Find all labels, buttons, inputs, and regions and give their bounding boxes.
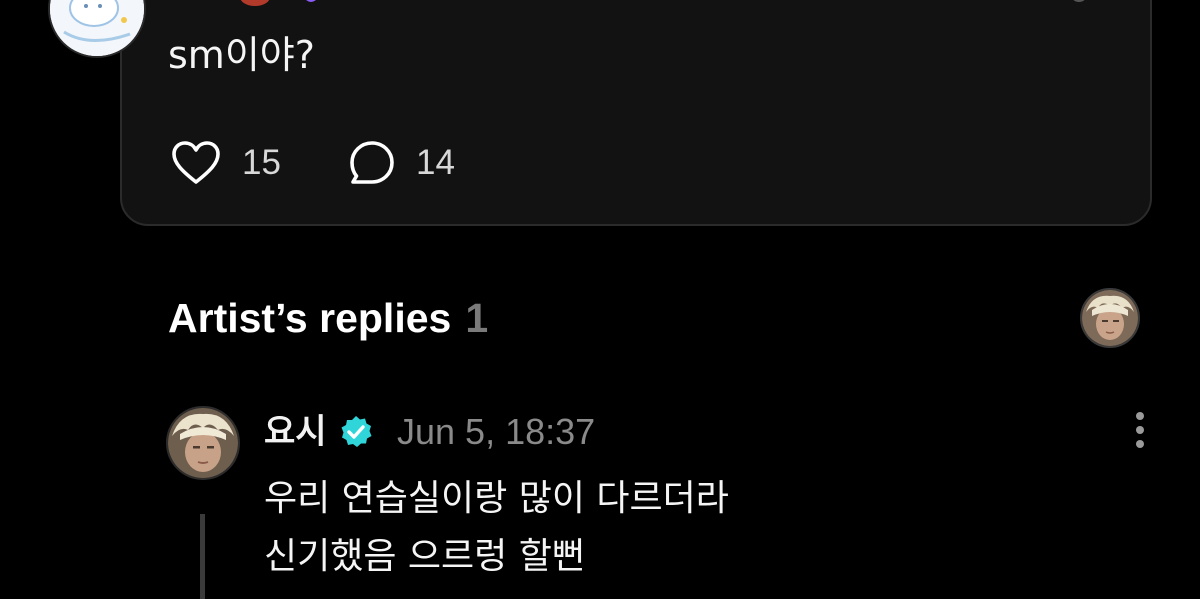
comment-button[interactable]: 14 (348, 138, 455, 188)
artist-replies-heading: Artist’s replies 1 (168, 290, 488, 346)
reply-author-name[interactable]: 요시 (264, 408, 327, 456)
post-text: sm이야? (168, 33, 315, 77)
heart-icon (172, 141, 220, 184)
like-button[interactable]: 15 (170, 138, 281, 188)
artist-replies-title: Artist’s replies (168, 295, 452, 341)
comment-bubble-icon (350, 141, 394, 184)
reply-text-line: 우리 연습실이랑 많이 다르더라 (264, 478, 729, 519)
reply-text-line: 신기했음 으르렁 할뻔 (264, 536, 585, 577)
reply-author-avatar[interactable] (166, 406, 240, 480)
more-vertical-icon[interactable] (1122, 408, 1158, 452)
screen: sm이야? 15 14 Artist’s replies 1 요시 Jun 5,… (0, 0, 1200, 599)
artist-replies-count: 1 (465, 295, 489, 341)
comment-count: 14 (416, 143, 455, 182)
like-count: 15 (242, 143, 281, 182)
artist-avatar[interactable] (1080, 288, 1140, 348)
verified-badge-icon (341, 416, 372, 447)
reply-thread-line (200, 514, 205, 599)
reply-timestamp: Jun 5, 18:37 (397, 411, 596, 452)
